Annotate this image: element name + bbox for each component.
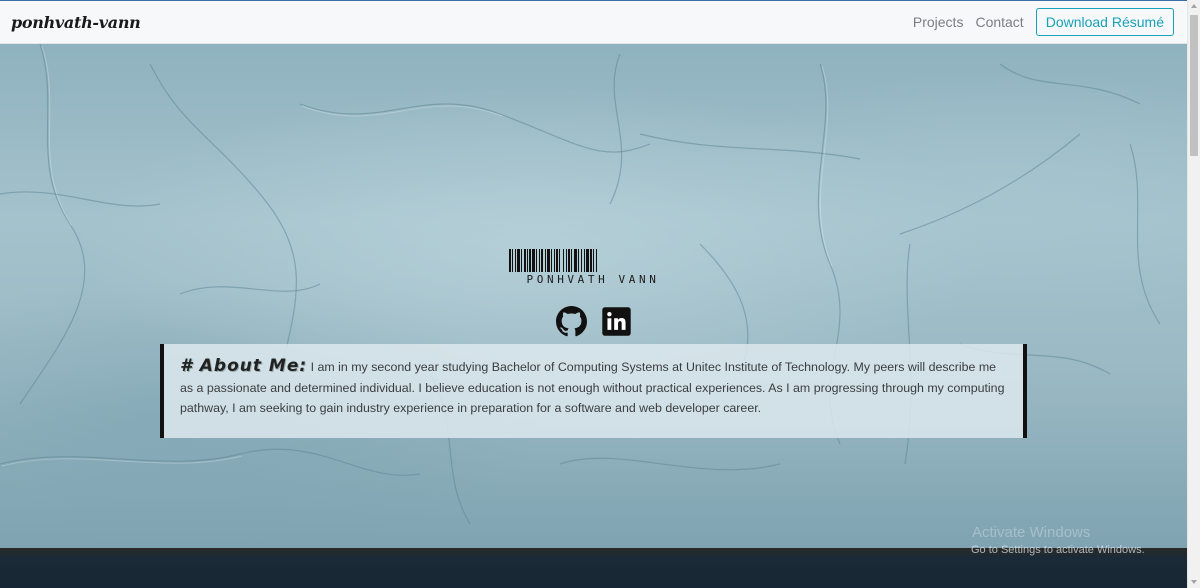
github-link[interactable] (556, 306, 587, 337)
barcode-bar (547, 249, 550, 272)
barcode-name-text: PONHVATH VANN (526, 273, 660, 286)
barcode-bar (551, 249, 552, 272)
scroll-down-arrow-icon[interactable] (1191, 580, 1197, 584)
barcode-bar (586, 249, 589, 272)
barcode-bar (532, 249, 535, 272)
barcode-bar (581, 249, 582, 272)
barcode-bar (512, 249, 513, 272)
top-navbar: ponhvath-vann Projects Contact Download … (0, 0, 1187, 44)
barcode-bar (568, 249, 570, 272)
barcode-bar (536, 249, 537, 272)
barcode-bar (590, 249, 592, 272)
barcode-bar (593, 249, 594, 272)
nav-links: Projects Contact Download Résumé (913, 8, 1174, 36)
about-me-card: # About Me: I am in my second year study… (160, 344, 1027, 438)
barcode-bar (584, 249, 585, 272)
barcode-logo (509, 249, 597, 272)
about-me-heading: # About Me: (180, 356, 308, 376)
linkedin-icon (602, 307, 631, 336)
barcode-bar (574, 249, 577, 272)
nav-link-projects[interactable]: Projects (913, 14, 964, 30)
barcode-bar (578, 249, 579, 272)
barcode-bar (529, 249, 531, 272)
hero-background (0, 44, 1187, 548)
barcode-bar (539, 249, 540, 272)
barcode-bar (517, 249, 520, 272)
brand-logo[interactable]: ponhvath-vann (11, 13, 141, 32)
barcode-bar (563, 249, 564, 272)
concrete-texture (0, 44, 1161, 525)
barcode-bar (566, 249, 567, 272)
barcode-bar (541, 249, 543, 272)
activate-windows-subtitle: Go to Settings to activate Windows. (971, 544, 1145, 556)
github-icon (556, 306, 587, 337)
download-resume-button[interactable]: Download Résumé (1035, 8, 1174, 36)
barcode-bar (596, 249, 597, 272)
barcode-bar (554, 249, 555, 272)
linkedin-link[interactable] (601, 306, 632, 337)
barcode-bar (556, 249, 558, 272)
scroll-up-arrow-icon[interactable] (1191, 4, 1197, 8)
barcode-bar (524, 249, 526, 272)
barcode-bar (545, 249, 546, 272)
barcode-bar (571, 249, 572, 272)
nav-link-contact[interactable]: Contact (975, 14, 1023, 30)
barcode-bar (559, 249, 560, 272)
barcode-bar (509, 249, 511, 272)
barcode-bar (527, 249, 528, 272)
activate-windows-title: Activate Windows (972, 524, 1091, 541)
vertical-scrollbar[interactable] (1187, 0, 1200, 588)
barcode-bar (515, 249, 516, 272)
scrollbar-thumb[interactable] (1190, 15, 1198, 156)
barcode-bar (521, 249, 522, 272)
